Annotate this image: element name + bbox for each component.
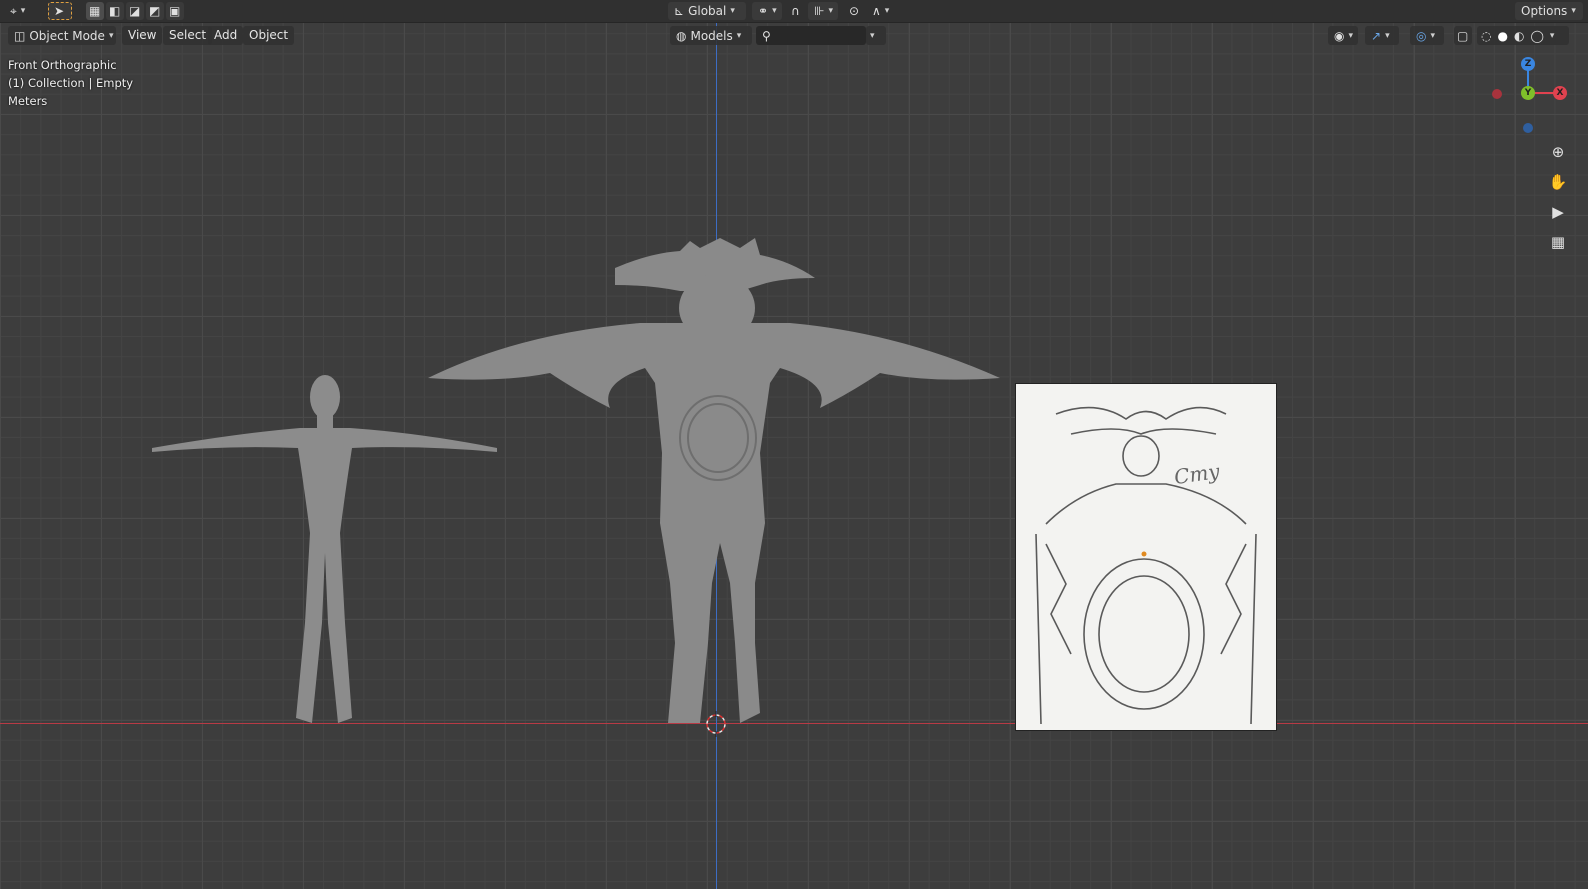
select-mode-intersect-button[interactable]: ▣	[166, 2, 184, 20]
select-mode-extend-button[interactable]: ◧	[106, 2, 124, 20]
3d-cursor-icon[interactable]	[706, 711, 726, 737]
navigation-gizmo[interactable]: Z Y X	[1490, 53, 1570, 133]
overlays-toggle-button[interactable]: ◎ ▾	[1410, 26, 1444, 45]
select-mode-new-button[interactable]: ▦	[86, 2, 104, 20]
wireframe-shading-icon[interactable]: ◌	[1481, 27, 1491, 45]
material-shading-icon[interactable]: ◐	[1514, 27, 1524, 45]
zoom-magnifier-icon: ⊕	[1551, 143, 1565, 161]
object-mode-icon: ◫	[14, 28, 26, 43]
gizmo-z-axis[interactable]: Z	[1521, 57, 1535, 71]
chevron-down-icon: ▾	[20, 6, 26, 16]
chevron-down-icon: ▾	[772, 6, 777, 16]
options-label: Options	[1521, 4, 1568, 18]
select-extend-icon: ◧	[109, 4, 121, 18]
tool-header: ⌖ ▾ ➤ ▦ ◧ ◪ ◩ ▣ ⊾ Global ▾ ⚭ ▾ ∩ ⊪ ▾ ⊙ ∧ ▾ O…	[0, 0, 1588, 23]
chevron-down-icon: ▾	[870, 30, 875, 41]
scene-meshes	[152, 238, 1000, 737]
overlays-icon: ◎	[1416, 28, 1427, 43]
search-field[interactable]: ⚲	[756, 26, 866, 45]
transform-orientation-label: Global	[688, 4, 727, 18]
chevron-down-icon: ▾	[1430, 30, 1436, 41]
select-subtract-icon: ◪	[129, 4, 141, 18]
gizmo-neg-x-axis[interactable]	[1492, 89, 1502, 99]
snap-increment-icon: ⊪	[814, 4, 825, 18]
gizmo-neg-z-axis[interactable]	[1523, 123, 1533, 133]
blender-window: ⌖ ▾ ➤ ▦ ◧ ◪ ◩ ▣ ⊾ Global ▾ ⚭ ▾ ∩ ⊪ ▾ ⊙ ∧ ▾ O…	[0, 0, 1588, 889]
visibility-dropdown[interactable]: ◉ ▾	[1328, 26, 1358, 45]
chevron-down-icon: ▾	[730, 6, 735, 16]
editor-type-button[interactable]: ⌖ ▾	[4, 2, 31, 20]
transform-orientation-dropdown[interactable]: ⊾ Global ▾	[668, 2, 746, 20]
mode-label: Object Mode	[29, 28, 105, 43]
shading-mode-group: ◌ ● ◐ ◯ ▾	[1477, 26, 1569, 45]
cursor-arrow-icon: ➤	[54, 4, 65, 18]
pencil-sketch	[1035, 406, 1257, 725]
xray-toggle-button[interactable]: ▢	[1454, 26, 1472, 45]
gizmo-y-axis[interactable]: Y	[1521, 86, 1535, 100]
select-mode-invert-button[interactable]: ◩	[146, 2, 164, 20]
mode-dropdown[interactable]: ◫ Object Mode ▾	[8, 26, 116, 45]
zoom-button[interactable]: ⊕	[1545, 139, 1571, 165]
menu-view[interactable]: View	[122, 26, 163, 45]
select-mode-subtract-button[interactable]: ◪	[126, 2, 144, 20]
mannequin-mesh[interactable]	[152, 375, 497, 723]
chevron-down-icon[interactable]: ▾	[1550, 27, 1555, 45]
menu-object[interactable]: Object	[243, 26, 295, 45]
search-icon: ⚲	[762, 28, 771, 43]
hand-icon: ✋	[1548, 173, 1568, 191]
3d-viewport[interactable]: Front Orthographic (1) Collection | Empt…	[0, 23, 1588, 889]
viewport-header: ◫ Object Mode ▾ View Select Add Object ◍…	[0, 23, 1588, 47]
snap-toggle-button[interactable]: ∩	[788, 2, 806, 20]
projection-toggle-button[interactable]: ▦	[1545, 229, 1571, 255]
falloff-dropdown[interactable]: ∧ ▾	[866, 2, 894, 20]
snap-target-dropdown[interactable]: ⊪ ▾	[808, 2, 838, 20]
collection-dropdown[interactable]: ◍ Models ▾	[670, 26, 752, 45]
collection-label: Models	[690, 28, 733, 43]
chevron-down-icon: ▾	[884, 6, 890, 16]
reference-image-empty[interactable]: Cmy	[1015, 383, 1277, 731]
gizmo-toggle-button[interactable]: ↗ ▾	[1365, 26, 1399, 45]
proportional-edit-icon: ⊙	[849, 4, 860, 18]
proportional-edit-button[interactable]: ⊙	[846, 2, 864, 20]
pivot-point-dropdown[interactable]: ⚭ ▾	[752, 2, 782, 20]
chevron-down-icon: ▾	[1348, 30, 1354, 41]
chevron-down-icon: ▾	[1385, 30, 1390, 41]
globe-icon: ◍	[676, 28, 687, 43]
chevron-down-icon: ▾	[108, 30, 114, 41]
pan-button[interactable]: ✋	[1545, 169, 1571, 195]
eye-icon: ◉	[1334, 28, 1345, 43]
rendered-shading-icon[interactable]: ◯	[1530, 27, 1543, 45]
origin-point	[1141, 551, 1147, 557]
chevron-down-icon: ▾	[828, 6, 833, 16]
orientation-axes-icon: ⊾	[674, 4, 685, 18]
xray-icon: ▢	[1457, 28, 1469, 43]
solid-shading-icon[interactable]: ●	[1497, 27, 1507, 45]
select-new-icon: ▦	[89, 4, 101, 18]
chevron-down-icon: ▾	[1571, 6, 1576, 16]
camera-view-button[interactable]: ▶	[1545, 199, 1571, 225]
gizmo-arrow-icon: ↗	[1371, 28, 1382, 43]
pivot-link-icon: ⚭	[758, 4, 769, 18]
grid-icon: ▦	[1550, 233, 1566, 251]
gizmo-x-axis[interactable]: X	[1553, 86, 1567, 100]
magnet-icon: ∩	[791, 4, 800, 18]
select-tool-button[interactable]: ➤	[48, 2, 72, 20]
search-options-button[interactable]: ▾	[866, 26, 886, 45]
camera-icon: ▶	[1552, 203, 1564, 221]
select-intersect-icon: ▣	[169, 4, 181, 18]
select-invert-icon: ◩	[149, 4, 161, 18]
menu-add[interactable]: Add	[208, 26, 244, 45]
options-dropdown[interactable]: Options ▾	[1515, 2, 1583, 20]
chevron-down-icon: ▾	[736, 30, 742, 41]
falloff-curve-icon: ∧	[872, 4, 881, 18]
menu-select[interactable]: Select	[163, 26, 213, 45]
editor-type-icon: ⌖	[10, 4, 17, 18]
